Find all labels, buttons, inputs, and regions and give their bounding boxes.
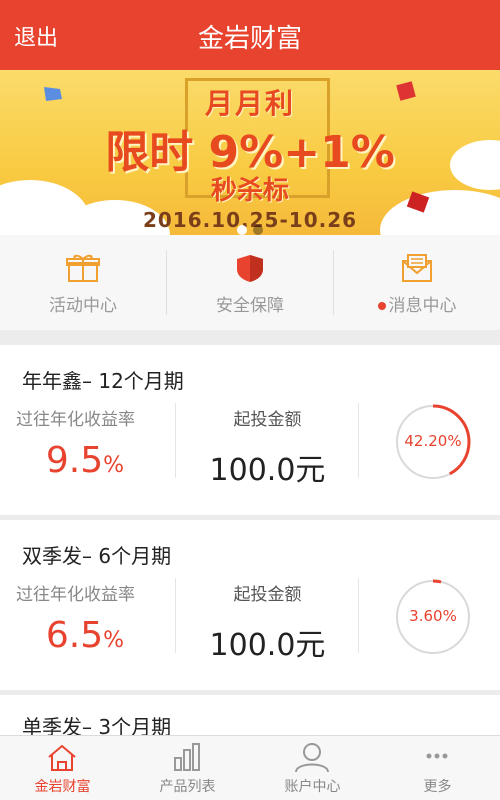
more-icon [426,753,448,759]
shield-icon [237,255,263,282]
tab-home[interactable]: 金岩财富 [0,736,125,800]
rate-label: 过往年化收益率 [16,410,135,430]
amount-label: 起投金额 [233,410,302,430]
activity-center-link[interactable]: 活动中心 [0,235,166,330]
security-label: 安全保障 [216,296,284,316]
divider [175,578,176,653]
unread-dot [377,302,386,310]
quick-links: 活动中心 安全保障 消息中心 [0,235,500,330]
rate-value: 6.5% [0,615,170,656]
bar-chart-icon [174,743,200,771]
amount-value: 100.0元 [209,628,326,663]
tab-label: 金岩财富 [34,779,91,795]
banner-line3: 秒杀标 [210,176,289,206]
activity-center-label: 活动中心 [49,296,117,316]
product-card[interactable]: 单季发– 3个月期 [0,695,500,735]
gift-icon [66,254,100,282]
rate-label: 过往年化收益率 [16,585,135,605]
bottom-tab-bar: 金岩财富 产品列表 账户中心 更多 [0,735,500,800]
progress-text: 3.60% [409,607,457,625]
divider [358,403,359,478]
product-name: 单季发– 3个月期 [22,715,172,735]
tab-label: 产品列表 [159,779,216,795]
amount-value: 100.0元 [209,453,326,488]
rate-value: 9.5% [0,440,170,481]
rate-number: 9.5 [45,440,104,481]
carousel-dot[interactable] [237,225,247,235]
mail-icon [402,254,432,282]
product-name: 双季发– 6个月期 [22,544,172,568]
tab-products[interactable]: 产品列表 [125,736,250,800]
user-icon [295,743,329,773]
message-center-link[interactable]: 消息中心 [334,235,500,330]
security-link[interactable]: 安全保障 [167,235,333,330]
tab-account[interactable]: 账户中心 [250,736,375,800]
amount-label: 起投金额 [233,585,302,605]
divider [358,578,359,653]
divider [175,403,176,478]
rate-number: 6.5 [45,615,104,656]
carousel-dot[interactable] [253,225,263,235]
promo-banner[interactable]: 月月利 限时 9%+1% 秒杀标 2016.10.25-10.26 [0,70,500,235]
progress-text: 42.20% [404,432,462,450]
product-card[interactable]: 双季发– 6个月期 过往年化收益率 6.5% 起投金额 100.0元 3.60% [0,520,500,690]
message-center-label: 消息中心 [334,291,500,316]
rate-unit: % [103,628,125,653]
product-name: 年年鑫– 12个月期 [22,369,184,393]
tab-label: 账户中心 [284,779,341,795]
message-center-text: 消息中心 [388,296,457,316]
page-title: 金岩财富 [197,24,302,54]
product-card[interactable]: 年年鑫– 12个月期 过往年化收益率 9.5% 起投金额 100.0元 42.2… [0,345,500,515]
carousel-indicator [0,220,500,235]
home-icon [48,744,76,771]
tab-label: 更多 [423,779,452,795]
tab-more[interactable]: 更多 [375,736,500,800]
rate-unit: % [103,453,125,478]
app-header: 退出 金岩财富 [0,0,500,70]
